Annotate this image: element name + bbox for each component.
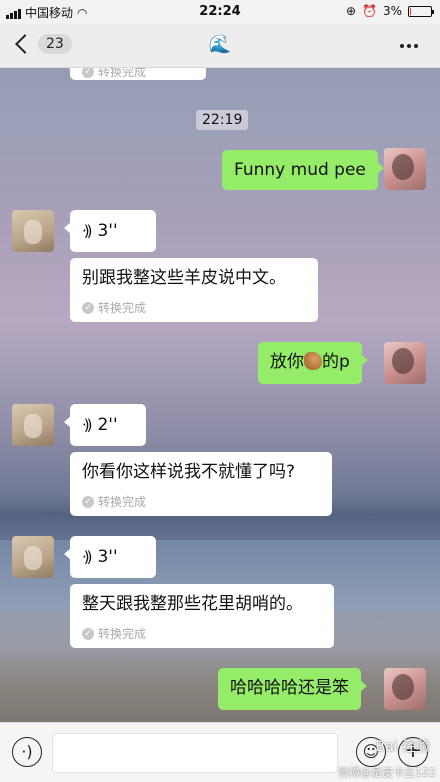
conversion-status: ✓ 转换完成: [82, 296, 306, 320]
dot-icon: [414, 44, 418, 48]
voice-transcript-bubble[interactable]: 别跟我整这些羊皮说中文。 ✓ 转换完成: [70, 258, 318, 322]
rotation-lock-icon: ⊕: [345, 4, 356, 18]
message-input[interactable]: [52, 733, 338, 773]
message-list[interactable]: ✓ 转换完成 22:19 Funny mud pee ·)) 3'' 别跟我整这…: [0, 68, 440, 722]
check-icon: ✓: [82, 628, 94, 640]
voice-wave-icon: ·)): [82, 222, 93, 240]
my-avatar[interactable]: [384, 342, 426, 384]
watermark-handle: 微博@是皮卡丘122: [338, 766, 436, 779]
my-message-bubble[interactable]: Funny mud pee: [222, 150, 384, 190]
voice-transcript-bubble[interactable]: 你看你这样说我不就懂了吗? ✓ 转换完成: [70, 452, 332, 516]
more-options-button[interactable]: [400, 44, 418, 48]
contact-avatar[interactable]: [12, 210, 54, 252]
watermark-logo: Bai 经验: [375, 739, 430, 755]
dot-icon: [407, 44, 411, 48]
my-message-bubble[interactable]: 哈哈哈哈还是笨: [218, 668, 367, 710]
voice-transcript-bubble[interactable]: 整天跟我整那些花里胡哨的。 ✓ 转换完成: [70, 584, 334, 648]
contact-avatar[interactable]: [12, 536, 54, 578]
check-icon: ✓: [82, 496, 94, 508]
my-message-bubble[interactable]: 放你 的p: [258, 342, 368, 384]
voice-message-bubble[interactable]: ·)) 2'': [64, 404, 146, 446]
check-icon: ✓: [82, 302, 94, 314]
voice-icon: ·): [21, 742, 33, 761]
battery-icon: [408, 5, 434, 17]
partial-transcript-bubble: ✓ 转换完成: [64, 68, 206, 80]
voice-wave-icon: ·)): [82, 416, 93, 434]
status-right: ⊕ ⏰ 3%: [345, 4, 434, 18]
alarm-icon: ⏰: [362, 4, 377, 18]
contact-avatar[interactable]: [12, 404, 54, 446]
voice-message-bubble[interactable]: ·)) 3'': [64, 210, 156, 252]
my-avatar[interactable]: [384, 148, 426, 190]
dot-icon: [400, 44, 404, 48]
timestamp-label: 22:19: [196, 110, 249, 130]
wave-emoji-icon: 🌊: [208, 34, 232, 55]
voice-wave-icon: ·)): [82, 548, 93, 566]
contact-title[interactable]: 🌊: [0, 34, 440, 55]
battery-percent: 3%: [382, 4, 402, 18]
voice-input-button[interactable]: ·): [12, 737, 42, 767]
conversion-status: ✓ 转换完成: [82, 622, 322, 646]
conversion-status: ✓ 转换完成: [82, 490, 320, 514]
horse-emoji-icon: [304, 352, 322, 370]
voice-message-bubble[interactable]: ·)) 3'': [64, 536, 156, 578]
battery-fill: [410, 7, 411, 15]
check-icon: ✓: [82, 68, 94, 78]
chat-header: 23 🌊: [0, 24, 440, 68]
conversion-status: ✓ 转换完成: [82, 68, 194, 84]
status-bar: 中国移动 ◠ 22:24 ⊕ ⏰ 3%: [0, 0, 440, 24]
my-avatar[interactable]: [384, 668, 426, 710]
